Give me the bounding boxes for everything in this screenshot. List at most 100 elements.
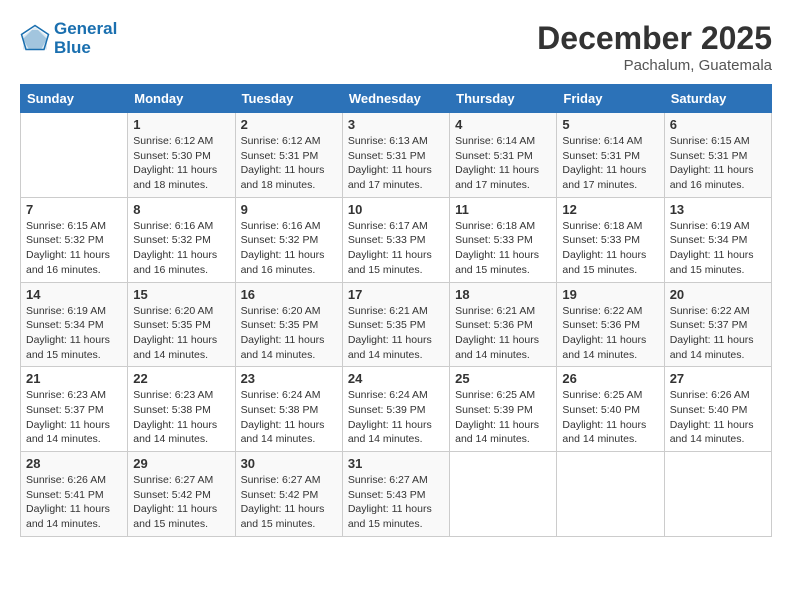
calendar-cell: 19 Sunrise: 6:22 AMSunset: 5:36 PMDayligh…: [557, 282, 664, 367]
calendar-cell: 8 Sunrise: 6:16 AMSunset: 5:32 PMDaylight…: [128, 197, 235, 282]
day-number: 1: [133, 117, 229, 132]
calendar-cell: 30Sunrise: 6:27 AMSunset: 5:42 PMDayligh…: [235, 452, 342, 537]
day-info: Sunrise: 6:23 AMSunset: 5:38 PMDaylight:…: [133, 388, 229, 447]
day-number: 17: [348, 287, 444, 302]
calendar-cell: 5 Sunrise: 6:14 AMSunset: 5:31 PMDaylight…: [557, 113, 664, 198]
day-number: 15: [133, 287, 229, 302]
calendar-cell: 2 Sunrise: 6:12 AMSunset: 5:31 PMDaylight…: [235, 113, 342, 198]
logo-icon: [20, 24, 50, 54]
calendar-body: 1 Sunrise: 6:12 AMSunset: 5:30 PMDaylight…: [21, 113, 772, 537]
weekday-header-monday: Monday: [128, 85, 235, 113]
day-info: Sunrise: 6:24 AMSunset: 5:39 PMDaylight:…: [348, 388, 444, 447]
weekday-header-wednesday: Wednesday: [342, 85, 449, 113]
calendar-cell: 22 Sunrise: 6:23 AMSunset: 5:38 PMDayligh…: [128, 367, 235, 452]
day-number: 23: [241, 371, 337, 386]
calendar-cell: 4Sunrise: 6:14 AMSunset: 5:31 PMDaylight…: [450, 113, 557, 198]
day-number: 31: [348, 456, 444, 471]
day-info: Sunrise: 6:15 AMSunset: 5:31 PMDaylight:…: [670, 134, 766, 193]
day-info: Sunrise: 6:27 AMSunset: 5:42 PMDaylight:…: [133, 473, 229, 532]
day-info: Sunrise: 6:13 AMSunset: 5:31 PMDaylight:…: [348, 134, 444, 193]
calendar-cell: 14 Sunrise: 6:19 AMSunset: 5:34 PMDayligh…: [21, 282, 128, 367]
calendar-cell: 10 Sunrise: 6:17 AMSunset: 5:33 PMDayligh…: [342, 197, 449, 282]
calendar-week-row: 21Sunrise: 6:23 AMSunset: 5:37 PMDayligh…: [21, 367, 772, 452]
day-number: 3: [348, 117, 444, 132]
day-number: 5: [562, 117, 658, 132]
calendar-cell: 6Sunrise: 6:15 AMSunset: 5:31 PMDaylight…: [664, 113, 771, 198]
day-info: Sunrise: 6:26 AMSunset: 5:41 PMDaylight:…: [26, 473, 122, 532]
day-info: Sunrise: 6:26 AMSunset: 5:40 PMDaylight:…: [670, 388, 766, 447]
day-info: Sunrise: 6:21 AMSunset: 5:36 PMDaylight:…: [455, 304, 551, 363]
calendar-table: SundayMondayTuesdayWednesdayThursdayFrid…: [20, 84, 772, 537]
calendar-cell: 12 Sunrise: 6:18 AMSunset: 5:33 PMDayligh…: [557, 197, 664, 282]
day-number: 18: [455, 287, 551, 302]
calendar-cell: 28Sunrise: 6:26 AMSunset: 5:41 PMDayligh…: [21, 452, 128, 537]
calendar-cell: 16Sunrise: 6:20 AMSunset: 5:35 PMDayligh…: [235, 282, 342, 367]
calendar-cell: [21, 113, 128, 198]
day-number: 19: [562, 287, 658, 302]
calendar-cell: 26 Sunrise: 6:25 AMSunset: 5:40 PMDayligh…: [557, 367, 664, 452]
day-info: Sunrise: 6:24 AMSunset: 5:38 PMDaylight:…: [241, 388, 337, 447]
weekday-header-saturday: Saturday: [664, 85, 771, 113]
calendar-cell: 18 Sunrise: 6:21 AMSunset: 5:36 PMDayligh…: [450, 282, 557, 367]
day-info: Sunrise: 6:16 AMSunset: 5:32 PMDaylight:…: [241, 219, 337, 278]
day-number: 26: [562, 371, 658, 386]
weekday-header-friday: Friday: [557, 85, 664, 113]
title-block: December 2025 Pachalum, Guatemala: [537, 20, 772, 74]
day-info: Sunrise: 6:20 AMSunset: 5:35 PMDaylight:…: [133, 304, 229, 363]
month-title: December 2025: [537, 20, 772, 57]
calendar-cell: [450, 452, 557, 537]
day-info: Sunrise: 6:14 AMSunset: 5:31 PMDaylight:…: [455, 134, 551, 193]
day-number: 11: [455, 202, 551, 217]
calendar-cell: 25Sunrise: 6:25 AMSunset: 5:39 PMDayligh…: [450, 367, 557, 452]
calendar-cell: [557, 452, 664, 537]
weekday-header-tuesday: Tuesday: [235, 85, 342, 113]
day-info: Sunrise: 6:12 AMSunset: 5:31 PMDaylight:…: [241, 134, 337, 193]
day-number: 20: [670, 287, 766, 302]
day-info: Sunrise: 6:17 AMSunset: 5:33 PMDaylight:…: [348, 219, 444, 278]
day-number: 14: [26, 287, 122, 302]
calendar-cell: 1 Sunrise: 6:12 AMSunset: 5:30 PMDaylight…: [128, 113, 235, 198]
calendar-week-row: 7Sunrise: 6:15 AMSunset: 5:32 PMDaylight…: [21, 197, 772, 282]
calendar-cell: 13Sunrise: 6:19 AMSunset: 5:34 PMDayligh…: [664, 197, 771, 282]
day-info: Sunrise: 6:18 AMSunset: 5:33 PMDaylight:…: [455, 219, 551, 278]
day-number: 27: [670, 371, 766, 386]
calendar-cell: 29 Sunrise: 6:27 AMSunset: 5:42 PMDayligh…: [128, 452, 235, 537]
calendar-cell: 9Sunrise: 6:16 AMSunset: 5:32 PMDaylight…: [235, 197, 342, 282]
day-number: 24: [348, 371, 444, 386]
day-number: 13: [670, 202, 766, 217]
day-info: Sunrise: 6:27 AMSunset: 5:42 PMDaylight:…: [241, 473, 337, 532]
calendar-cell: 31Sunrise: 6:27 AMSunset: 5:43 PMDayligh…: [342, 452, 449, 537]
weekday-header-sunday: Sunday: [21, 85, 128, 113]
calendar-cell: 7Sunrise: 6:15 AMSunset: 5:32 PMDaylight…: [21, 197, 128, 282]
day-info: Sunrise: 6:25 AMSunset: 5:40 PMDaylight:…: [562, 388, 658, 447]
day-number: 12: [562, 202, 658, 217]
day-info: Sunrise: 6:12 AMSunset: 5:30 PMDaylight:…: [133, 134, 229, 193]
calendar-week-row: 28Sunrise: 6:26 AMSunset: 5:41 PMDayligh…: [21, 452, 772, 537]
day-number: 2: [241, 117, 337, 132]
calendar-cell: 21Sunrise: 6:23 AMSunset: 5:37 PMDayligh…: [21, 367, 128, 452]
day-info: Sunrise: 6:19 AMSunset: 5:34 PMDaylight:…: [26, 304, 122, 363]
day-info: Sunrise: 6:22 AMSunset: 5:36 PMDaylight:…: [562, 304, 658, 363]
calendar-cell: 15 Sunrise: 6:20 AMSunset: 5:35 PMDayligh…: [128, 282, 235, 367]
day-number: 7: [26, 202, 122, 217]
page-header: General Blue December 2025 Pachalum, Gua…: [20, 20, 772, 74]
day-info: Sunrise: 6:20 AMSunset: 5:35 PMDaylight:…: [241, 304, 337, 363]
day-number: 21: [26, 371, 122, 386]
calendar-header: SundayMondayTuesdayWednesdayThursdayFrid…: [21, 85, 772, 113]
day-info: Sunrise: 6:18 AMSunset: 5:33 PMDaylight:…: [562, 219, 658, 278]
day-number: 10: [348, 202, 444, 217]
day-number: 29: [133, 456, 229, 471]
day-info: Sunrise: 6:14 AMSunset: 5:31 PMDaylight:…: [562, 134, 658, 193]
logo-text: General Blue: [54, 20, 117, 57]
day-info: Sunrise: 6:22 AMSunset: 5:37 PMDaylight:…: [670, 304, 766, 363]
weekday-header-thursday: Thursday: [450, 85, 557, 113]
day-info: Sunrise: 6:16 AMSunset: 5:32 PMDaylight:…: [133, 219, 229, 278]
calendar-cell: 11 Sunrise: 6:18 AMSunset: 5:33 PMDayligh…: [450, 197, 557, 282]
calendar-cell: 3 Sunrise: 6:13 AMSunset: 5:31 PMDaylight…: [342, 113, 449, 198]
day-number: 22: [133, 371, 229, 386]
day-number: 8: [133, 202, 229, 217]
location: Pachalum, Guatemala: [537, 57, 772, 74]
calendar-cell: 27 Sunrise: 6:26 AMSunset: 5:40 PMDayligh…: [664, 367, 771, 452]
calendar-cell: 17Sunrise: 6:21 AMSunset: 5:35 PMDayligh…: [342, 282, 449, 367]
day-info: Sunrise: 6:25 AMSunset: 5:39 PMDaylight:…: [455, 388, 551, 447]
